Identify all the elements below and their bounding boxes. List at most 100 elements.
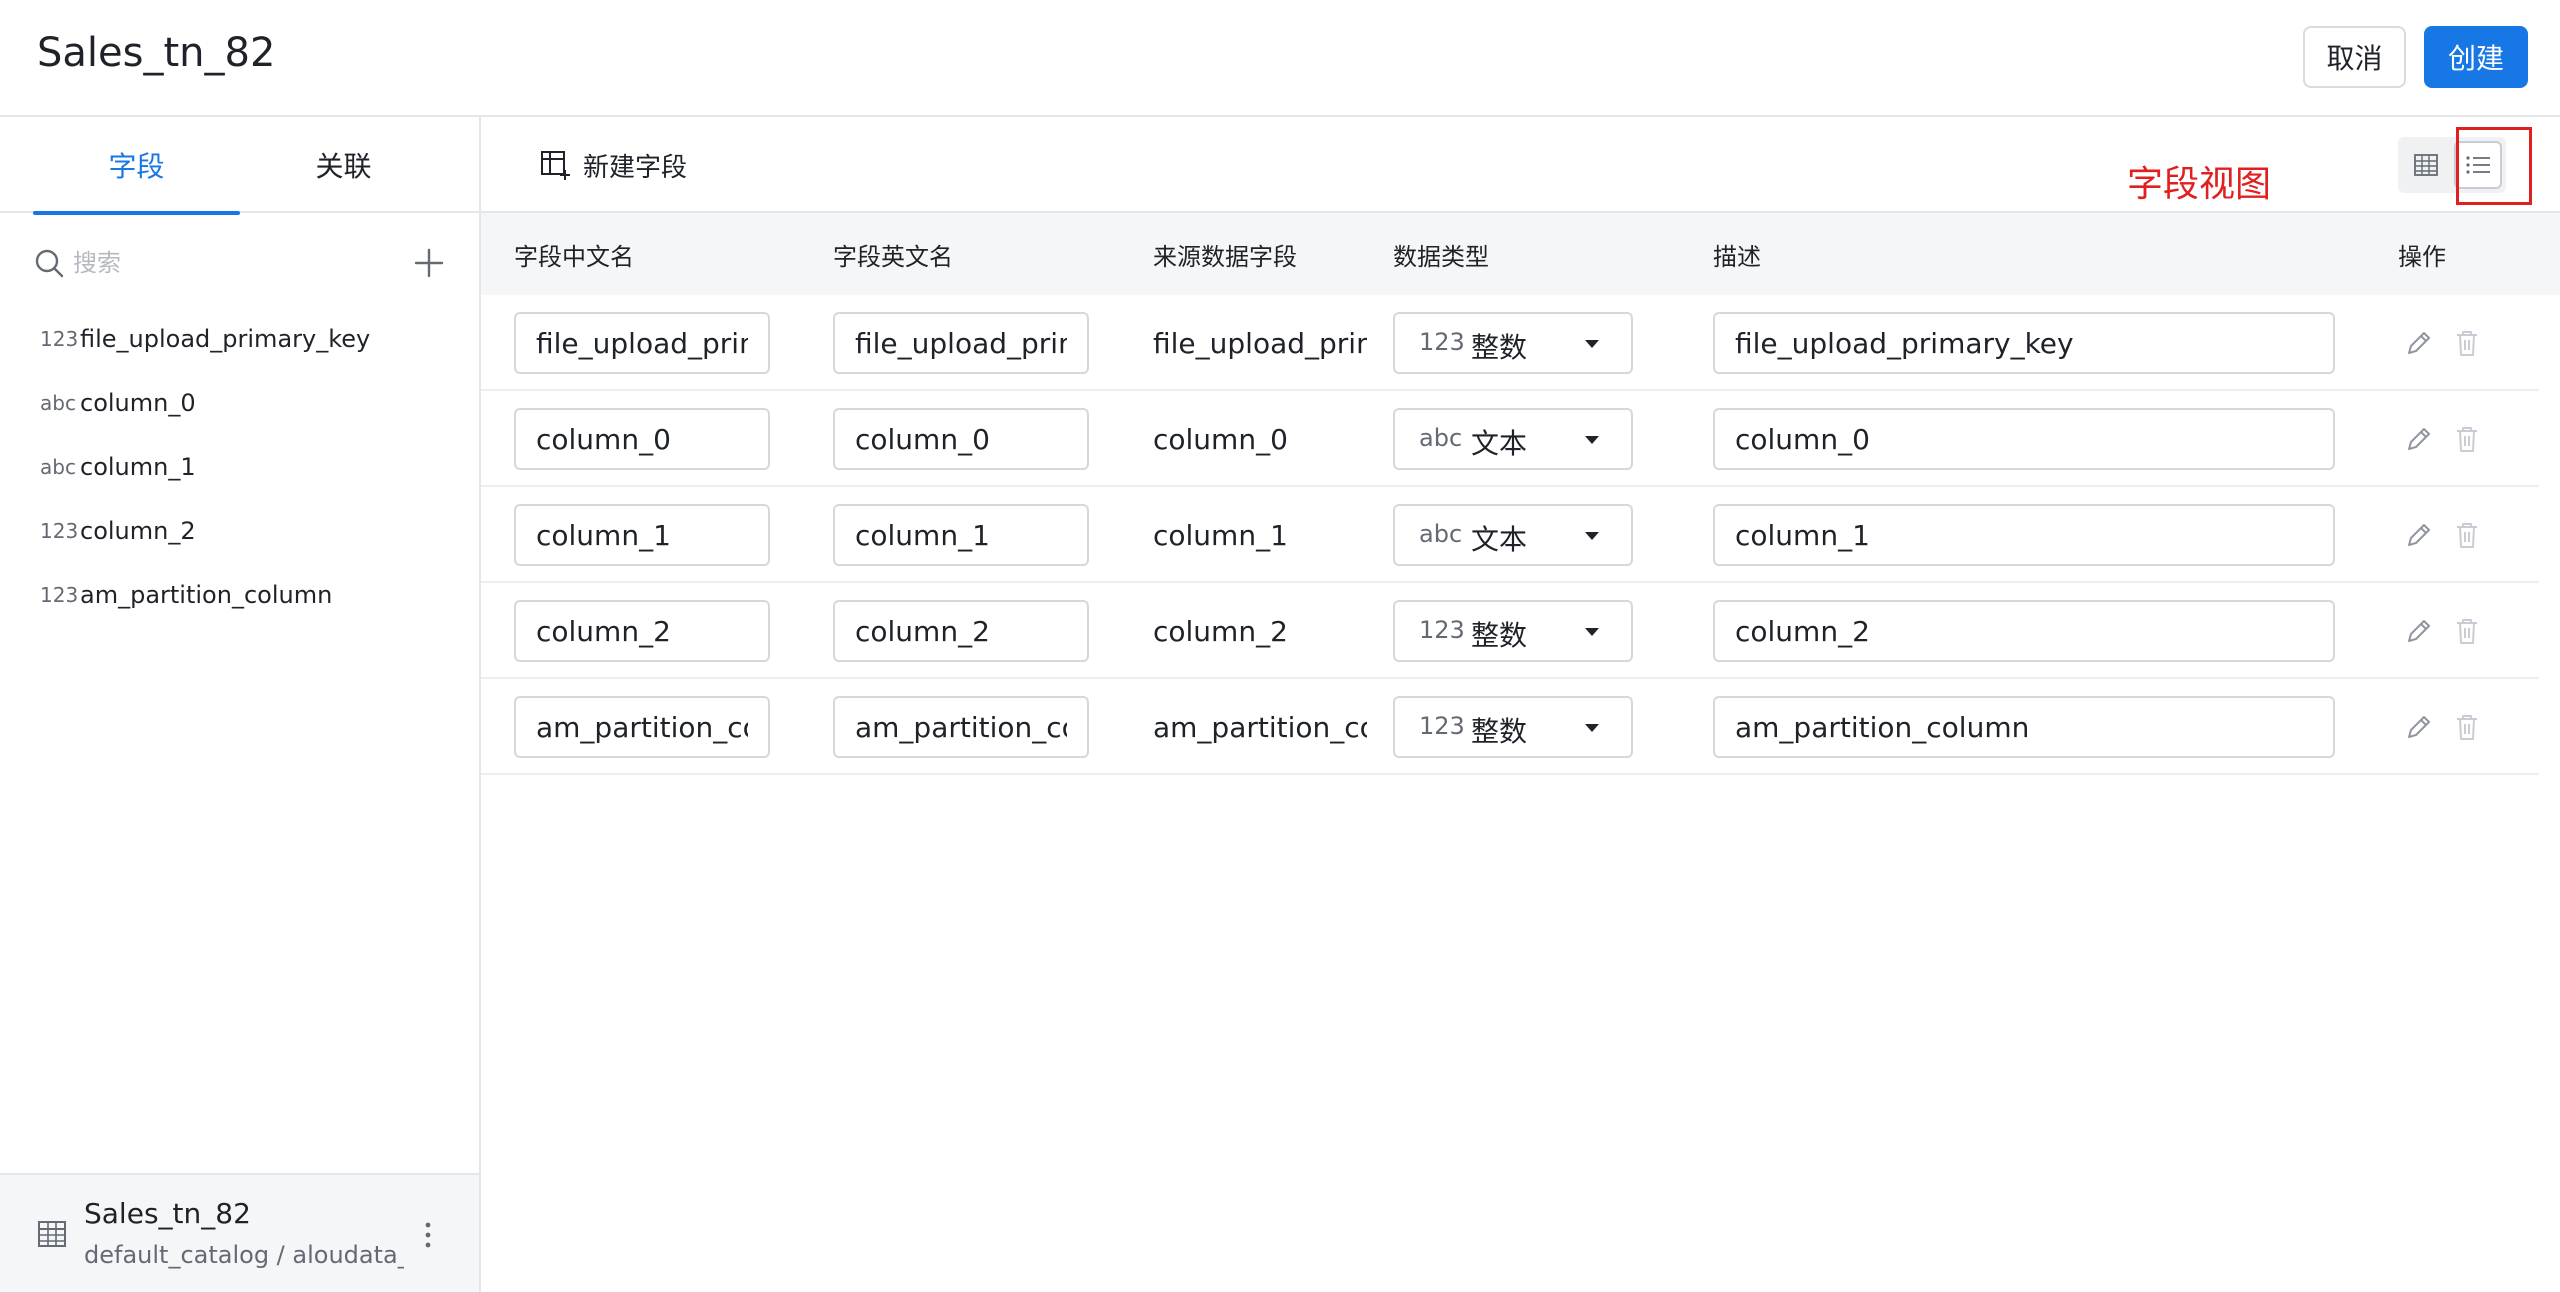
more-vertical-icon[interactable] [418,1215,438,1255]
view-toggle [2398,137,2506,193]
field-list-item[interactable]: 123 file_upload_primary_key [0,307,479,371]
cn-name-input[interactable] [514,504,770,566]
integer-type-icon: 123 [1419,328,1465,356]
description-input[interactable] [1713,600,2335,662]
search-input[interactable] [73,243,373,283]
description-input[interactable] [1713,696,2335,758]
column-header-actions: 操作 [2398,242,2446,271]
data-type-select[interactable]: abc 文本 [1393,408,1633,470]
data-type-label: 整数 [1471,715,1528,748]
caret-down-icon [1585,628,1599,636]
cn-name-input[interactable] [514,696,770,758]
grid-view-button[interactable] [2402,141,2450,189]
list-view-icon [2466,156,2490,174]
table-icon [38,1221,66,1247]
data-type-select[interactable]: 123 整数 [1393,600,1633,662]
source-field-text: column_1 [1153,518,1288,552]
datasource-footer: Sales_tn_82 default_catalog / aloudata_a [0,1173,479,1292]
edit-icon[interactable] [2403,423,2435,455]
cn-name-input[interactable] [514,312,770,374]
edit-icon[interactable] [2403,711,2435,743]
column-header-data-type: 数据类型 [1393,242,1489,271]
main-panel: 新建字段 字段视图 字段中文名 字段英文名 来源数据字段 数据类型 描述 操作 … [481,117,2560,1292]
column-header-cn-name: 字段中文名 [514,242,634,271]
description-input[interactable] [1713,504,2335,566]
caret-down-icon [1585,436,1599,444]
data-type-label: 整数 [1471,619,1528,652]
create-button[interactable]: 创建 [2424,26,2528,88]
delete-icon[interactable] [2451,615,2483,647]
integer-type-icon: 123 [40,327,79,351]
delete-icon[interactable] [2451,711,2483,743]
toolbar: 新建字段 字段视图 [481,117,2560,213]
search-row [33,241,448,285]
column-header-en-name: 字段英文名 [833,242,953,271]
page-title: Sales_tn_82 [37,30,276,76]
edit-icon[interactable] [2403,519,2435,551]
field-list-item-name: column_0 [80,389,196,417]
text-type-icon: abc [40,391,76,415]
field-list-item[interactable]: 123 am_partition_column [0,563,479,627]
new-field-button[interactable]: 新建字段 [539,141,687,189]
tab-relations[interactable]: 关联 [240,117,447,213]
field-list: 123 file_upload_primary_key abc column_0… [0,307,479,627]
source-field-text: column_0 [1153,422,1288,456]
datasource-path: default_catalog / aloudata_a [84,1241,404,1269]
field-list-item-name: file_upload_primary_key [80,325,371,353]
edit-icon[interactable] [2403,615,2435,647]
en-name-input[interactable] [833,696,1089,758]
field-view-annotation: 字段视图 [2127,164,2272,205]
caret-down-icon [1585,724,1599,732]
description-input[interactable] [1713,312,2335,374]
delete-icon[interactable] [2451,327,2483,359]
data-type-label: 文本 [1471,427,1528,460]
delete-icon[interactable] [2451,519,2483,551]
sidebar: 字段 关联 123 file_upload_primary_key abc co… [0,117,481,1292]
data-type-select[interactable]: 123 整数 [1393,696,1633,758]
cn-name-input[interactable] [514,408,770,470]
datasource-title: Sales_tn_82 [84,1197,251,1230]
tab-fields[interactable]: 字段 [33,117,240,215]
column-header-source-field: 来源数据字段 [1153,242,1297,271]
table-header: 字段中文名 字段英文名 来源数据字段 数据类型 描述 操作 [481,213,2560,295]
cn-name-input[interactable] [514,600,770,662]
table-row: column_0 abc 文本 [481,391,2539,487]
data-type-select[interactable]: 123 整数 [1393,312,1633,374]
list-view-button[interactable] [2454,141,2502,189]
table-row: am_partition_column 123 整数 [481,679,2539,775]
field-list-item-name: column_1 [80,453,196,481]
text-type-icon: abc [1419,424,1463,452]
en-name-input[interactable] [833,312,1089,374]
column-header-description: 描述 [1713,242,1761,271]
field-list-item[interactable]: abc column_1 [0,435,479,499]
en-name-input[interactable] [833,504,1089,566]
new-field-label: 新建字段 [583,152,688,183]
text-type-icon: abc [40,455,76,479]
field-list-item[interactable]: abc column_0 [0,371,479,435]
delete-icon[interactable] [2451,423,2483,455]
search-icon [35,249,64,278]
caret-down-icon [1585,340,1599,348]
table-row: column_2 123 整数 [481,583,2539,679]
table-row: file_upload_primary_key 123 整数 [481,295,2539,391]
description-input[interactable] [1713,408,2335,470]
add-column-icon [541,151,570,180]
integer-type-icon: 123 [1419,712,1465,740]
add-field-icon[interactable] [411,245,447,281]
integer-type-icon: 123 [40,583,79,607]
header-bar: Sales_tn_82 取消 创建 [0,0,2560,117]
data-type-select[interactable]: abc 文本 [1393,504,1633,566]
table-row: column_1 abc 文本 [481,487,2539,583]
source-field-text: am_partition_column [1153,710,1367,744]
integer-type-icon: 123 [1419,616,1465,644]
en-name-input[interactable] [833,600,1089,662]
sidebar-tabs: 字段 关联 [0,117,479,215]
field-list-item-name: column_2 [80,517,196,545]
cancel-button[interactable]: 取消 [2303,26,2406,88]
source-field-text: file_upload_primary_key [1153,326,1367,360]
field-list-item[interactable]: 123 column_2 [0,499,479,563]
text-type-icon: abc [1419,520,1463,548]
grid-view-icon [2414,154,2438,176]
en-name-input[interactable] [833,408,1089,470]
edit-icon[interactable] [2403,327,2435,359]
